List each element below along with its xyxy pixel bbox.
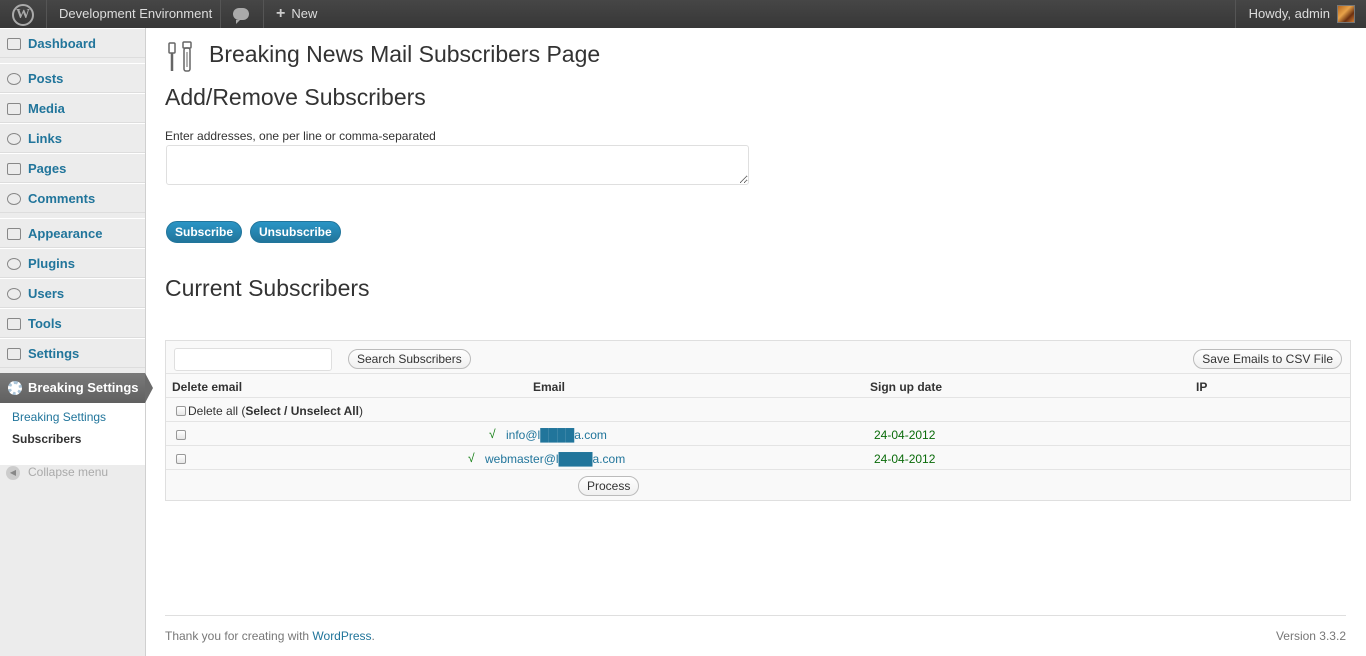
wordpress-link[interactable]: WordPress bbox=[312, 629, 371, 643]
collapse-arrow-icon: ◀ bbox=[6, 465, 20, 480]
email-cell[interactable]: webmaster@l████a.com bbox=[485, 452, 625, 466]
divider bbox=[263, 0, 264, 28]
admin-bar: W Development Environment + New Howdy, ad… bbox=[0, 0, 1366, 28]
sidebar-item-label: Posts bbox=[28, 71, 64, 86]
sidebar-item-label: Comments bbox=[28, 191, 96, 206]
submenu-breaking-settings[interactable]: Breaking Settings bbox=[12, 410, 106, 424]
sidebar-item-label: Links bbox=[28, 131, 62, 146]
sidebar-item-label: Pages bbox=[28, 161, 67, 176]
sidebar-item-media[interactable]: Media bbox=[0, 93, 145, 123]
site-name-link[interactable]: Development Environment bbox=[59, 0, 212, 28]
dashboard-icon bbox=[7, 38, 21, 50]
plus-icon: + bbox=[276, 5, 286, 22]
sidebar-item-settings[interactable]: Settings bbox=[0, 338, 145, 368]
add-remove-heading: Add/Remove Subscribers bbox=[165, 84, 426, 110]
email-cell[interactable]: info@l████a.com bbox=[506, 428, 607, 442]
new-content-menu[interactable]: + New bbox=[276, 0, 317, 28]
submenu-subscribers[interactable]: Subscribers bbox=[12, 432, 81, 446]
search-input[interactable] bbox=[174, 348, 332, 371]
sidebar-item-label: Plugins bbox=[28, 256, 75, 271]
sidebar-item-label: Breaking Settings bbox=[28, 380, 139, 395]
howdy-account-menu[interactable]: Howdy, admin bbox=[1249, 0, 1330, 28]
collapse-label: Collapse menu bbox=[28, 465, 109, 479]
tools-icon bbox=[7, 318, 21, 330]
footer-thanks: Thank you for creating with WordPress. bbox=[165, 629, 375, 643]
comments-icon bbox=[7, 193, 21, 205]
subscribe-button[interactable]: Subscribe bbox=[166, 221, 243, 243]
avatar[interactable] bbox=[1337, 5, 1355, 23]
sidebar-item-comments[interactable]: Comments bbox=[0, 183, 145, 213]
footer-thanks-text: Thank you for creating with bbox=[165, 629, 313, 643]
divider bbox=[1235, 0, 1236, 28]
column-header-delete: Delete email bbox=[172, 380, 243, 394]
unsubscribe-button[interactable]: Unsubscribe bbox=[250, 221, 341, 243]
signup-date-cell: 24-04-2012 bbox=[874, 452, 936, 466]
select-all-checkbox[interactable] bbox=[176, 406, 186, 416]
sidebar-item-tools[interactable]: Tools bbox=[0, 308, 145, 338]
sidebar-item-users[interactable]: Users bbox=[0, 278, 145, 308]
gear-icon bbox=[8, 381, 22, 395]
sidebar-item-pages[interactable]: Pages bbox=[0, 153, 145, 183]
version-label: Version 3.3.2 bbox=[1275, 629, 1346, 643]
save-csv-button[interactable]: Save Emails to CSV File bbox=[1193, 349, 1342, 369]
pages-icon bbox=[7, 163, 21, 175]
divider bbox=[46, 0, 47, 28]
wordpress-logo-icon[interactable]: W bbox=[0, 0, 46, 28]
sidebar-item-label: Media bbox=[28, 101, 65, 116]
checkmark-icon: √ bbox=[468, 451, 475, 465]
divider bbox=[166, 397, 1350, 398]
column-header-signup-date: Sign up date bbox=[870, 380, 942, 394]
divider bbox=[220, 0, 221, 28]
divider bbox=[166, 421, 1350, 422]
delete-all-label: Delete all (Select / Unselect All) bbox=[188, 404, 363, 418]
sidebar-item-label: Users bbox=[28, 286, 65, 301]
sidebar-item-posts[interactable]: Posts bbox=[0, 63, 145, 93]
appearance-icon bbox=[7, 228, 21, 240]
sidebar-item-label: Tools bbox=[28, 316, 62, 331]
divider bbox=[166, 469, 1350, 470]
admin-sidebar: Dashboard Posts Media Links Pages Commen… bbox=[0, 28, 153, 656]
sidebar-item-appearance[interactable]: Appearance bbox=[0, 218, 145, 248]
sidebar-item-label: Dashboard bbox=[28, 36, 96, 51]
delete-all-prefix: Delete all ( bbox=[188, 404, 246, 418]
settings-icon bbox=[7, 348, 21, 360]
link-icon bbox=[7, 133, 21, 145]
page-title: Breaking News Mail Subscribers Page bbox=[209, 41, 601, 67]
select-unselect-all-link[interactable]: Select / Unselect All bbox=[245, 404, 359, 418]
sidebar-item-links[interactable]: Links bbox=[0, 123, 145, 153]
row-delete-checkbox[interactable] bbox=[176, 454, 186, 464]
plugins-icon bbox=[7, 258, 21, 270]
sidebar-item-plugins[interactable]: Plugins bbox=[0, 248, 145, 278]
media-icon bbox=[7, 103, 21, 115]
process-button[interactable]: Process bbox=[578, 476, 640, 496]
pin-icon bbox=[7, 73, 21, 85]
checkmark-icon: √ bbox=[489, 427, 496, 441]
sidebar-item-label: Appearance bbox=[28, 226, 103, 241]
column-header-ip: IP bbox=[1196, 380, 1208, 394]
search-subscribers-button[interactable]: Search Subscribers bbox=[348, 349, 471, 369]
divider bbox=[165, 615, 1346, 616]
signup-date-cell: 24-04-2012 bbox=[874, 428, 936, 442]
sidebar-submenu: Breaking Settings Subscribers bbox=[0, 403, 145, 465]
delete-all-suffix: ) bbox=[358, 404, 363, 418]
sidebar-item-dashboard[interactable]: Dashboard bbox=[0, 28, 145, 58]
tools-icon bbox=[168, 41, 192, 72]
addresses-label: Enter addresses, one per line or comma-s… bbox=[165, 129, 436, 143]
column-header-email: Email bbox=[533, 380, 566, 394]
comment-bubble-icon[interactable] bbox=[233, 0, 251, 28]
footer-period: . bbox=[371, 629, 375, 643]
subscribers-table: Search Subscribers Save Emails to CSV Fi… bbox=[165, 340, 1351, 501]
current-subscribers-heading: Current Subscribers bbox=[165, 275, 370, 301]
row-delete-checkbox[interactable] bbox=[176, 430, 186, 440]
new-label: New bbox=[291, 6, 318, 21]
divider bbox=[166, 445, 1350, 446]
users-icon bbox=[7, 288, 21, 300]
collapse-menu-button[interactable]: ◀ Collapse menu bbox=[6, 465, 109, 480]
sidebar-item-breaking-settings[interactable]: Breaking Settings bbox=[0, 373, 153, 403]
sidebar-item-label: Settings bbox=[28, 346, 80, 361]
addresses-textarea[interactable] bbox=[166, 145, 749, 185]
divider bbox=[166, 373, 1350, 374]
